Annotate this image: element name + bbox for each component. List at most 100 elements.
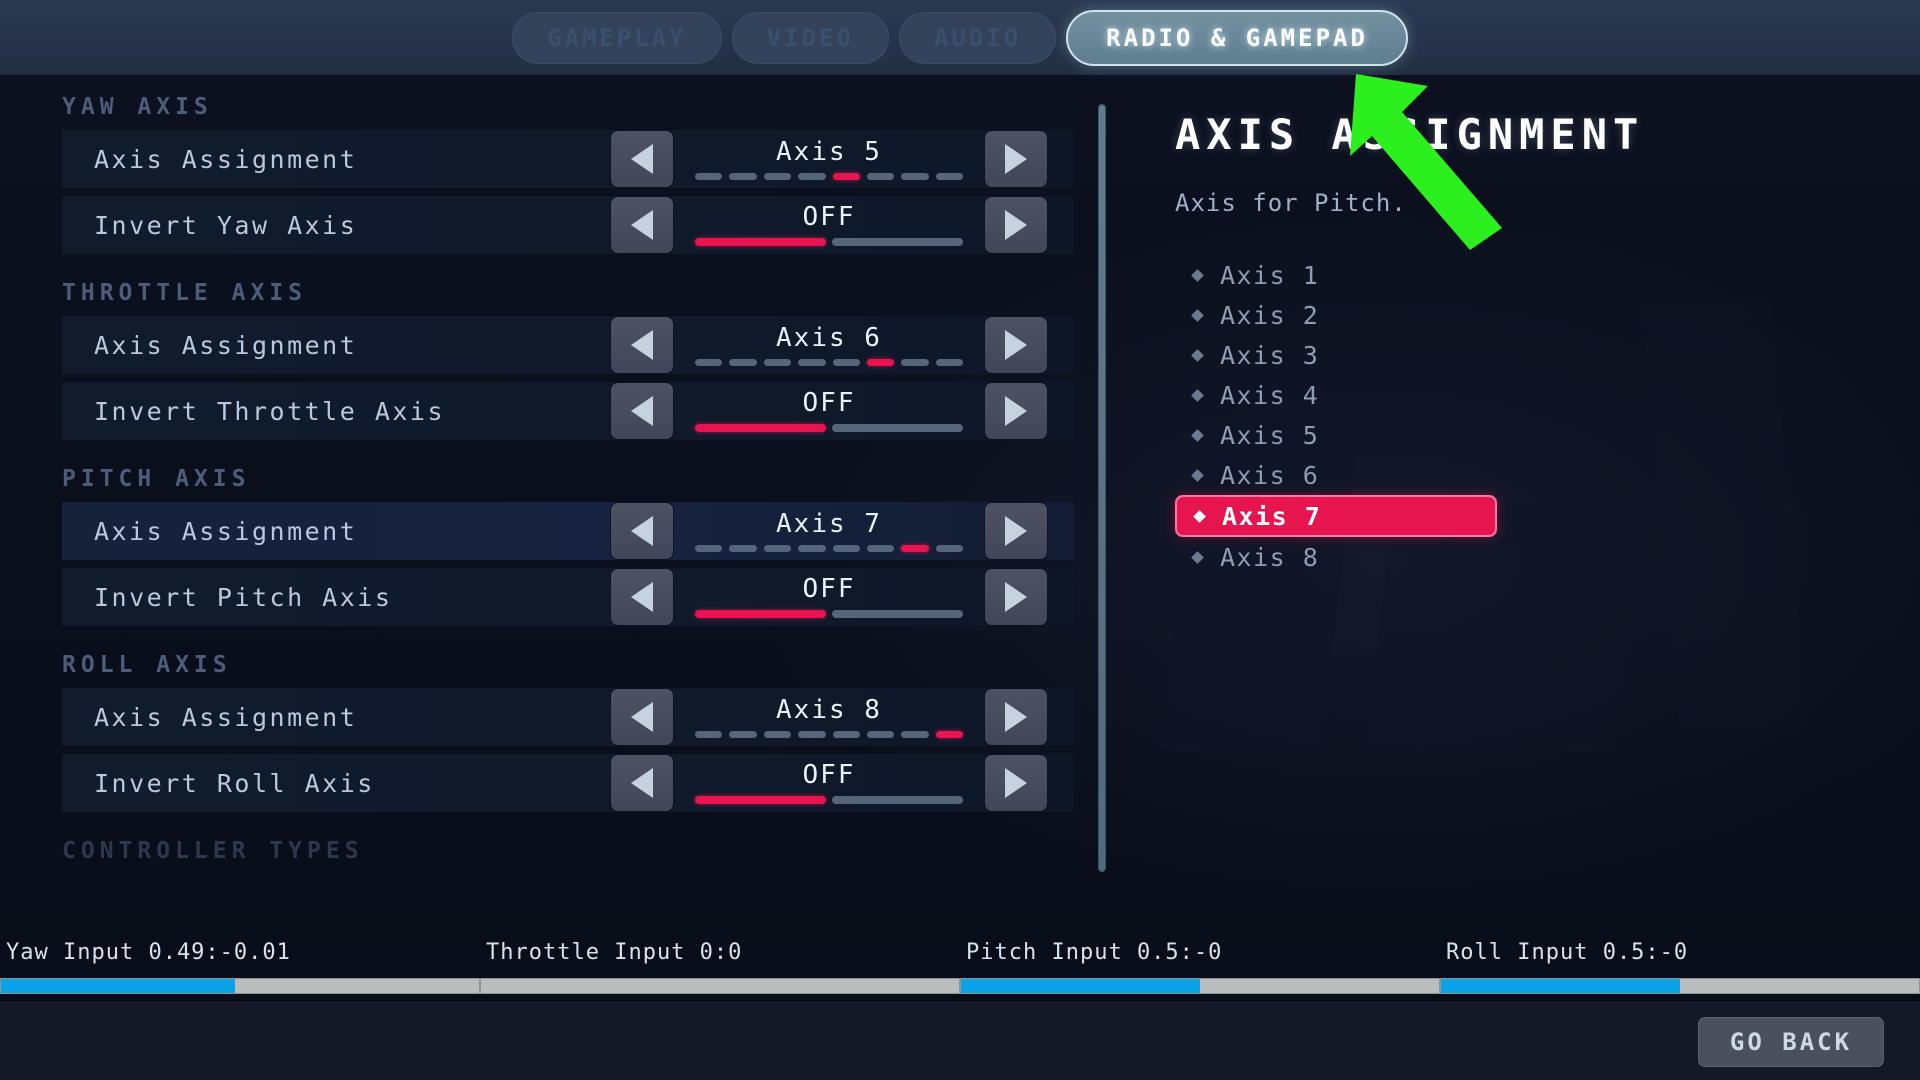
segment-tick xyxy=(832,544,860,552)
setting-segment-track[interactable] xyxy=(695,238,963,246)
input-meter: Yaw Input 0.49:-0.01 xyxy=(0,940,480,1002)
diamond-bullet-icon xyxy=(1191,428,1204,442)
tab-gameplay[interactable]: GAMEPLAY xyxy=(512,11,722,64)
segment-tick xyxy=(901,544,929,552)
axis-option[interactable]: Axis 6 xyxy=(1175,455,1497,495)
setting-row-label: Invert Yaw Axis xyxy=(94,210,358,240)
triangle-right-icon[interactable] xyxy=(984,382,1048,440)
segment-tick xyxy=(729,730,757,738)
setting-segment-track[interactable] xyxy=(695,172,963,180)
segment-tick xyxy=(901,730,929,738)
segment-tick xyxy=(832,796,963,804)
triangle-left-icon[interactable] xyxy=(610,688,674,746)
setting-segment-track[interactable] xyxy=(695,796,963,804)
triangle-left-icon[interactable] xyxy=(610,568,674,626)
segment-tick xyxy=(935,544,963,552)
section-header: CONTROLLER TYPES xyxy=(62,838,364,864)
settings-list-panel: YAW AXIS Axis Assignment Axis 5 Invert Yaw … xyxy=(0,76,1105,936)
tab-audio[interactable]: AUDIO xyxy=(898,11,1057,64)
setting-row-label: Axis Assignment xyxy=(94,702,358,732)
triangle-right-icon[interactable] xyxy=(984,196,1048,254)
setting-value-group: Axis 8 xyxy=(674,686,984,748)
setting-segment-track[interactable] xyxy=(695,730,963,738)
setting-row-label: Axis Assignment xyxy=(94,516,358,546)
triangle-right-icon[interactable] xyxy=(984,688,1048,746)
setting-row[interactable]: Invert Yaw Axis OFF xyxy=(62,196,1074,254)
axis-option[interactable]: Axis 8 xyxy=(1175,537,1497,577)
settings-scrollbar[interactable] xyxy=(1098,104,1106,872)
axis-option[interactable]: Axis 7 xyxy=(1175,495,1497,537)
input-meter-label: Yaw Input 0.49:-0.01 xyxy=(6,940,291,965)
setting-row[interactable]: Invert Pitch Axis OFF xyxy=(62,568,1074,626)
axis-option[interactable]: Axis 3 xyxy=(1175,335,1497,375)
pointer-arrow-icon xyxy=(1350,74,1502,250)
axis-option[interactable]: Axis 2 xyxy=(1175,295,1497,335)
tab-radio-gamepad[interactable]: RADIO & GAMEPAD xyxy=(1066,9,1408,66)
setting-row[interactable]: Invert Roll Axis OFF xyxy=(62,754,1074,812)
triangle-left-icon[interactable] xyxy=(610,130,674,188)
triangle-right-icon[interactable] xyxy=(984,754,1048,812)
triangle-left-icon[interactable] xyxy=(610,502,674,560)
segment-tick xyxy=(695,610,826,618)
segment-tick xyxy=(763,172,792,180)
triangle-left-icon[interactable] xyxy=(610,316,674,374)
diamond-bullet-icon xyxy=(1191,550,1204,564)
segment-tick xyxy=(695,172,723,180)
setting-segment-track[interactable] xyxy=(695,610,963,618)
segment-tick xyxy=(798,172,826,180)
setting-stepper: OFF xyxy=(610,378,1048,444)
setting-segment-track[interactable] xyxy=(695,424,963,432)
segment-tick xyxy=(832,238,963,246)
segment-tick xyxy=(695,424,826,432)
segment-tick xyxy=(832,424,963,432)
axis-option[interactable]: Axis 1 xyxy=(1175,255,1497,295)
setting-value-text: OFF xyxy=(802,388,856,418)
diamond-bullet-icon xyxy=(1191,388,1204,402)
setting-value-text: Axis 6 xyxy=(776,322,882,353)
setting-segment-track[interactable] xyxy=(695,358,963,366)
triangle-right-icon[interactable] xyxy=(984,502,1048,560)
segment-tick xyxy=(798,730,826,738)
input-meter-label: Roll Input 0.5:-0 xyxy=(1446,940,1689,965)
settings-screen: GAMEPLAY VIDEO AUDIO RADIO & GAMEPAD YAW AX… xyxy=(0,0,1920,1080)
axis-option-label: Axis 4 xyxy=(1220,380,1320,410)
setting-stepper: Axis 7 xyxy=(610,498,1048,564)
go-back-button[interactable]: GO BACK xyxy=(1698,1017,1884,1067)
triangle-right-icon[interactable] xyxy=(984,568,1048,626)
scrollbar-thumb[interactable] xyxy=(1099,105,1105,871)
segment-tick xyxy=(695,544,723,552)
setting-stepper: OFF xyxy=(610,750,1048,816)
segment-tick xyxy=(832,358,860,366)
axis-option[interactable]: Axis 5 xyxy=(1175,415,1497,455)
axis-option-label: Axis 5 xyxy=(1220,420,1320,450)
setting-row[interactable]: Axis Assignment Axis 5 xyxy=(62,130,1074,188)
segment-tick xyxy=(935,730,963,738)
input-meter-label: Throttle Input 0:0 xyxy=(486,940,743,965)
segment-tick xyxy=(866,544,895,552)
segment-tick xyxy=(866,730,895,738)
setting-row-label: Invert Roll Axis xyxy=(94,768,375,798)
input-meter: Throttle Input 0:0 xyxy=(480,940,960,1002)
input-meter-track xyxy=(0,978,480,994)
triangle-left-icon[interactable] xyxy=(610,382,674,440)
triangle-left-icon[interactable] xyxy=(610,754,674,812)
segment-tick xyxy=(798,544,826,552)
setting-value-group: Axis 7 xyxy=(674,500,984,562)
section-header: ROLL AXIS xyxy=(62,652,232,678)
setting-row[interactable]: Axis Assignment Axis 8 xyxy=(62,688,1074,746)
axis-option[interactable]: Axis 4 xyxy=(1175,375,1497,415)
setting-row-label: Axis Assignment xyxy=(94,330,358,360)
setting-segment-track[interactable] xyxy=(695,544,963,552)
segment-tick xyxy=(798,358,826,366)
setting-row[interactable]: Axis Assignment Axis 6 xyxy=(62,316,1074,374)
triangle-right-icon[interactable] xyxy=(984,316,1048,374)
input-meter: Pitch Input 0.5:-0 xyxy=(960,940,1440,1002)
triangle-left-icon[interactable] xyxy=(610,196,674,254)
setting-value-text: OFF xyxy=(802,760,856,790)
axis-option-label: Axis 7 xyxy=(1222,501,1322,531)
tab-video[interactable]: VIDEO xyxy=(731,11,889,64)
settings-scroll-content: YAW AXIS Axis Assignment Axis 5 Invert Yaw … xyxy=(0,76,1105,874)
setting-row[interactable]: Invert Throttle Axis OFF xyxy=(62,382,1074,440)
triangle-right-icon[interactable] xyxy=(984,130,1048,188)
setting-row[interactable]: Axis Assignment Axis 7 xyxy=(62,502,1074,560)
